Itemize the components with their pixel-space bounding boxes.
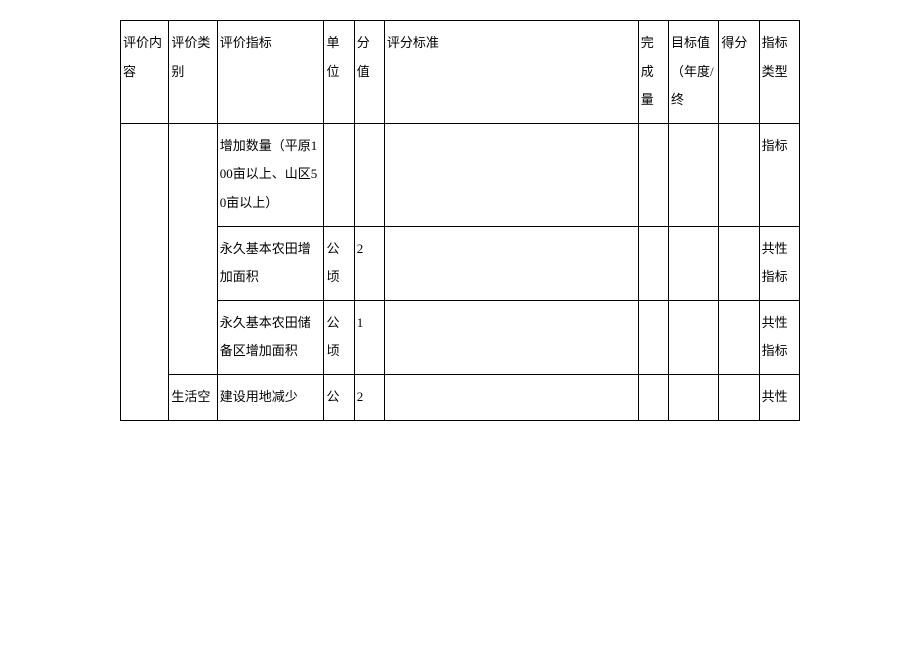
cell-eval-indicator: 建设用地减少: [217, 374, 324, 420]
cell-score: [719, 300, 759, 374]
table-header-row: 评价内容 评价类别 评价指标 单位 分值 评分标准 完成量 目标值（年度/终 得…: [121, 21, 800, 124]
cell-score: [719, 374, 759, 420]
cell-eval-indicator: 永久基本农田增加面积: [217, 226, 324, 300]
cell-score-value: 1: [354, 300, 384, 374]
cell-eval-category: [169, 123, 217, 374]
cell-unit: 公: [324, 374, 354, 420]
cell-indicator-type: 共性指标: [759, 226, 799, 300]
cell-unit: [324, 123, 354, 226]
cell-unit: 公顷: [324, 300, 354, 374]
cell-target-value: [668, 300, 718, 374]
cell-eval-indicator: 永久基本农田储备区增加面积: [217, 300, 324, 374]
cell-completion: [638, 374, 668, 420]
cell-score: [719, 123, 759, 226]
cell-target-value: [668, 374, 718, 420]
evaluation-table: 评价内容 评价类别 评价指标 单位 分值 评分标准 完成量 目标值（年度/终 得…: [120, 20, 800, 421]
cell-score-value: 2: [354, 374, 384, 420]
header-target-value: 目标值（年度/终: [668, 21, 718, 124]
cell-eval-indicator: 增加数量（平原100亩以上、山区50亩以上）: [217, 123, 324, 226]
cell-completion: [638, 226, 668, 300]
cell-scoring-standard: [384, 226, 638, 300]
cell-target-value: [668, 123, 718, 226]
cell-scoring-standard: [384, 300, 638, 374]
cell-indicator-type: 指标: [759, 123, 799, 226]
cell-unit: 公顷: [324, 226, 354, 300]
cell-score-value: [354, 123, 384, 226]
cell-eval-content: [121, 123, 169, 420]
cell-indicator-type: 共性: [759, 374, 799, 420]
cell-completion: [638, 123, 668, 226]
header-eval-indicator: 评价指标: [217, 21, 324, 124]
header-scoring-standard: 评分标准: [384, 21, 638, 124]
header-score: 得分: [719, 21, 759, 124]
header-eval-content: 评价内容: [121, 21, 169, 124]
cell-scoring-standard: [384, 374, 638, 420]
cell-score: [719, 226, 759, 300]
cell-eval-category: 生活空: [169, 374, 217, 420]
table-row: 永久基本农田增加面积 公顷 2 共性指标: [121, 226, 800, 300]
header-completion: 完成量: [638, 21, 668, 124]
table-row: 增加数量（平原100亩以上、山区50亩以上） 指标: [121, 123, 800, 226]
header-eval-category: 评价类别: [169, 21, 217, 124]
header-unit: 单位: [324, 21, 354, 124]
header-score-value: 分值: [354, 21, 384, 124]
cell-completion: [638, 300, 668, 374]
table-row: 生活空 建设用地减少 公 2 共性: [121, 374, 800, 420]
evaluation-table-container: 评价内容 评价类别 评价指标 单位 分值 评分标准 完成量 目标值（年度/终 得…: [120, 20, 800, 421]
cell-indicator-type: 共性指标: [759, 300, 799, 374]
header-indicator-type: 指标类型: [759, 21, 799, 124]
table-row: 永久基本农田储备区增加面积 公顷 1 共性指标: [121, 300, 800, 374]
cell-target-value: [668, 226, 718, 300]
cell-score-value: 2: [354, 226, 384, 300]
cell-scoring-standard: [384, 123, 638, 226]
